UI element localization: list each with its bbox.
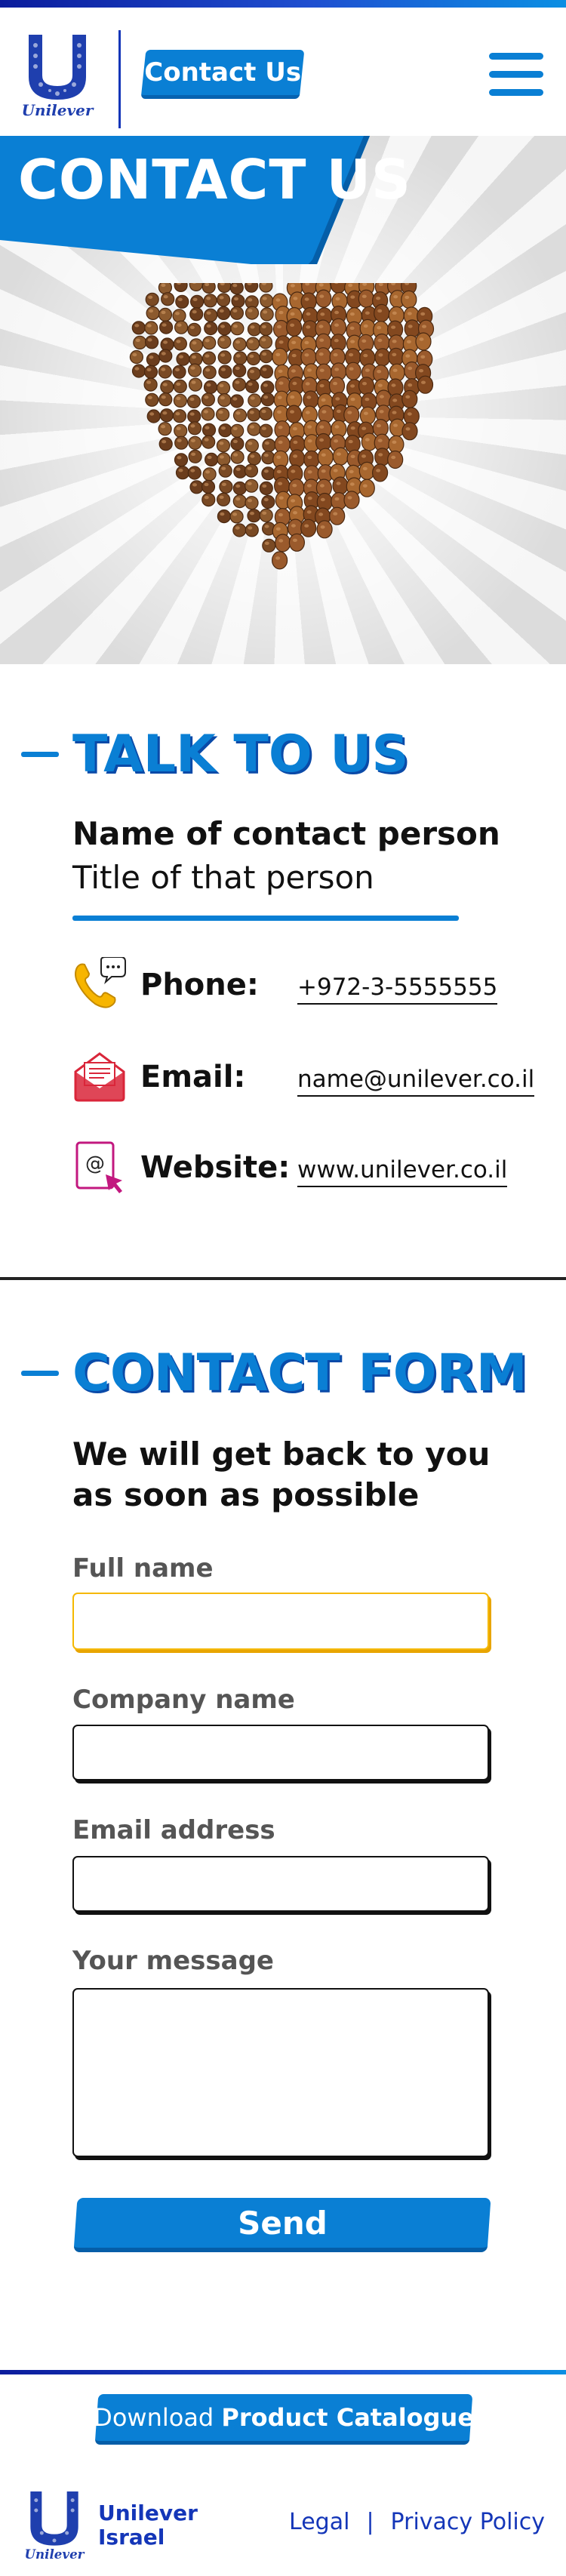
- website-link[interactable]: www.unilever.co.il: [297, 1156, 508, 1187]
- phone-link[interactable]: +972-3-5555555: [297, 974, 498, 1005]
- send-button-label: Send: [237, 2204, 328, 2242]
- footer-unilever-logo[interactable]: Unilever: [23, 2488, 86, 2563]
- send-button[interactable]: Send: [73, 2198, 491, 2252]
- website-label: Website:: [140, 1150, 291, 1185]
- privacy-policy-link[interactable]: Privacy Policy: [391, 2509, 545, 2535]
- footer-divider: [0, 2370, 566, 2374]
- svg-text:@: @: [85, 1153, 105, 1175]
- header-divider: [118, 30, 121, 128]
- email-icon: [74, 1052, 125, 1102]
- email-address-label: Email address: [72, 1815, 275, 1845]
- hamburger-menu-icon[interactable]: [489, 53, 543, 98]
- phone-row: Phone: +972-3-5555555: [72, 957, 555, 1017]
- footer-links: Legal | Privacy Policy: [289, 2509, 545, 2535]
- header-tag-label: Contact Us: [144, 57, 302, 88]
- footer-brand-line1: Unilever: [98, 2501, 198, 2525]
- contact-form-heading: CONTACT FORM: [21, 1343, 528, 1403]
- hero-title: CONTACT US: [18, 148, 411, 211]
- footer-link-separator: |: [366, 2509, 374, 2535]
- phone-label: Phone:: [140, 968, 259, 1002]
- chocolate-heart-image: [129, 283, 435, 570]
- section-divider: [0, 1277, 566, 1280]
- heading-dash: [21, 752, 59, 757]
- email-label: Email:: [140, 1060, 246, 1094]
- your-message-label: Your message: [72, 1946, 274, 1976]
- top-accent-bar: [0, 0, 566, 8]
- contact-underline: [72, 916, 459, 921]
- download-prefix: Download: [94, 2403, 222, 2432]
- contact-us-header-tag[interactable]: Contact Us: [140, 50, 305, 99]
- unilever-logo[interactable]: Unilever: [20, 30, 95, 121]
- footer-brand-line2: Israel: [98, 2525, 165, 2550]
- email-address-input[interactable]: [72, 1856, 489, 1912]
- download-strong: Product Catalogue: [221, 2403, 475, 2432]
- contact-person-name: Name of contact person: [72, 815, 500, 852]
- footer-logo-wordmark: Unilever: [25, 2547, 85, 2562]
- talk-to-us-title: TALK TO US: [72, 725, 409, 784]
- message-textarea[interactable]: [72, 1988, 489, 2157]
- contact-person-title: Title of that person: [72, 859, 374, 896]
- email-link[interactable]: name@unilever.co.il: [297, 1066, 535, 1097]
- contact-form-title: CONTACT FORM: [72, 1343, 528, 1403]
- download-catalogue-button[interactable]: Download Product Catalogue: [94, 2394, 474, 2445]
- download-button-label: Download Product Catalogue: [94, 2403, 474, 2432]
- email-row: Email: name@unilever.co.il: [72, 1049, 555, 1109]
- company-name-input[interactable]: [72, 1725, 489, 1780]
- logo-wordmark: Unilever: [22, 101, 94, 119]
- talk-to-us-heading: TALK TO US: [21, 725, 409, 784]
- phone-icon: [75, 957, 126, 1008]
- legal-link[interactable]: Legal: [289, 2509, 349, 2535]
- form-subtitle: We will get back to you as soon as possi…: [72, 1436, 491, 1513]
- full-name-input[interactable]: [72, 1593, 489, 1650]
- full-name-label: Full name: [72, 1553, 214, 1583]
- website-row: @ Website: www.unilever.co.il: [72, 1140, 555, 1200]
- website-icon: @: [75, 1141, 122, 1193]
- site-header: Unilever Contact Us: [0, 8, 566, 136]
- company-name-label: Company name: [72, 1685, 295, 1715]
- footer-brand: Unilever Israel: [98, 2501, 198, 2550]
- heading-dash: [21, 1371, 59, 1376]
